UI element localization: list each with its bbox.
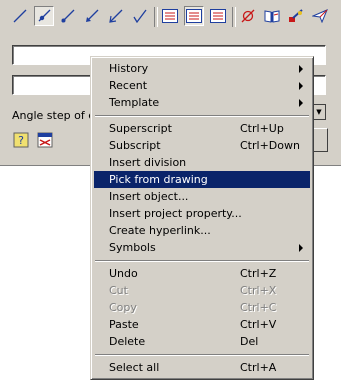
menu-item-label: Copy <box>109 301 137 314</box>
menu-item-shortcut: Ctrl+V <box>240 318 277 331</box>
align-lines-icon <box>162 9 178 23</box>
submenu-arrow-icon <box>299 99 303 107</box>
open-arrow-line-icon <box>109 9 123 23</box>
line-icon <box>13 9 27 23</box>
menu-item-label: Paste <box>109 318 139 331</box>
menu-item-paste[interactable]: Paste Ctrl+V <box>94 316 310 333</box>
menu-item-undo[interactable]: Undo Ctrl+Z <box>94 265 310 282</box>
menu-item-insert-division[interactable]: Insert division <box>94 154 310 171</box>
menu-item-label: Cut <box>109 284 128 297</box>
menu-item-shortcut: Ctrl+X <box>240 284 277 297</box>
menu-item-label: Template <box>109 96 160 109</box>
menu-item-subscript[interactable]: Subscript Ctrl+Down <box>94 137 310 154</box>
dialog-button-edge[interactable] <box>312 128 328 152</box>
leader-arrow-button[interactable] <box>82 6 102 26</box>
menu-item-shortcut: Ctrl+Up <box>240 122 284 135</box>
angle-step-dropdown-button[interactable]: ▼ <box>312 104 326 120</box>
leader-toolbar <box>4 4 338 30</box>
menu-item-symbols[interactable]: Symbols <box>94 239 310 256</box>
menu-item-shortcut: Ctrl+Down <box>240 139 300 152</box>
leader-plain-button[interactable] <box>10 6 30 26</box>
menu-item-pick-from-drawing[interactable]: Pick from drawing <box>94 171 310 188</box>
menu-item-label: Create hyperlink... <box>109 224 211 237</box>
paper-plane-icon <box>312 9 328 23</box>
brush-icon <box>289 9 303 22</box>
menu-item-insert-object[interactable]: Insert object... <box>94 188 310 205</box>
dot-line-icon <box>38 9 51 22</box>
menu-item-superscript[interactable]: Superscript Ctrl+Up <box>94 120 310 137</box>
tick-line-icon <box>133 9 147 23</box>
menu-item-shortcut: Del <box>240 335 259 348</box>
menu-item-label: Recent <box>109 79 148 92</box>
menu-item-label: History <box>109 62 149 75</box>
submenu-arrow-icon <box>299 82 303 90</box>
align-top-button[interactable] <box>160 6 180 26</box>
format-brush-button[interactable] <box>286 6 306 26</box>
menu-item-shortcut: Ctrl+A <box>240 361 277 374</box>
leader-check-button[interactable] <box>130 6 150 26</box>
toolbar-separator <box>154 7 158 27</box>
menu-item-label: Symbols <box>109 241 156 254</box>
menu-item-template[interactable]: Template <box>94 94 310 111</box>
menu-item-insert-project-property[interactable]: Insert project property... <box>94 205 310 222</box>
chevron-down-icon: ▼ <box>316 108 322 116</box>
leader-dot-start-button[interactable] <box>58 6 78 26</box>
context-menu: History Recent Template Superscript Ctrl+Up S… <box>90 56 314 380</box>
menu-item-label: Delete <box>109 335 146 348</box>
menu-separator <box>95 115 309 117</box>
book-icon <box>264 10 280 23</box>
help-button[interactable]: ? <box>12 131 30 149</box>
settings-button[interactable] <box>36 131 54 149</box>
svg-text:?: ? <box>18 134 24 147</box>
align-middle-button[interactable] <box>184 6 204 26</box>
menu-item-label: Insert project property... <box>109 207 242 220</box>
menu-separator <box>95 354 309 356</box>
menu-item-label: Undo <box>109 267 138 280</box>
properties-icon <box>37 132 53 148</box>
align-lines-icon <box>186 9 202 23</box>
submenu-arrow-icon <box>299 65 303 73</box>
align-lines-icon <box>210 9 226 23</box>
symbol-library-button[interactable] <box>262 6 282 26</box>
menu-item-delete[interactable]: Delete Del <box>94 333 310 350</box>
menu-item-recent[interactable]: Recent <box>94 77 310 94</box>
help-icon: ? <box>13 132 29 148</box>
arrow-line-icon <box>86 9 99 22</box>
align-bottom-button[interactable] <box>208 6 228 26</box>
menu-item-shortcut: Ctrl+Z <box>240 267 277 280</box>
menu-item-label: Pick from drawing <box>109 173 208 186</box>
diameter-icon <box>241 9 255 23</box>
submenu-arrow-icon <box>299 244 303 252</box>
menu-item-create-hyperlink[interactable]: Create hyperlink... <box>94 222 310 239</box>
diameter-symbol-button[interactable] <box>238 6 258 26</box>
menu-item-copy[interactable]: Copy Ctrl+C <box>94 299 310 316</box>
menu-item-cut[interactable]: Cut Ctrl+X <box>94 282 310 299</box>
menu-item-select-all[interactable]: Select all Ctrl+A <box>94 359 310 376</box>
menu-item-label: Insert object... <box>109 190 189 203</box>
menu-item-history[interactable]: History <box>94 60 310 77</box>
menu-item-label: Subscript <box>109 139 161 152</box>
toolbar-separator <box>232 7 236 27</box>
menu-item-shortcut: Ctrl+C <box>240 301 277 314</box>
leader-open-arrow-button[interactable] <box>106 6 126 26</box>
menu-item-label: Superscript <box>109 122 172 135</box>
menu-item-label: Insert division <box>109 156 187 169</box>
send-leader-button[interactable] <box>310 6 330 26</box>
menu-item-label: Select all <box>109 361 160 374</box>
leader-dot-end-button[interactable] <box>34 6 54 26</box>
menu-separator <box>95 260 309 262</box>
dot-line-icon <box>61 9 75 23</box>
